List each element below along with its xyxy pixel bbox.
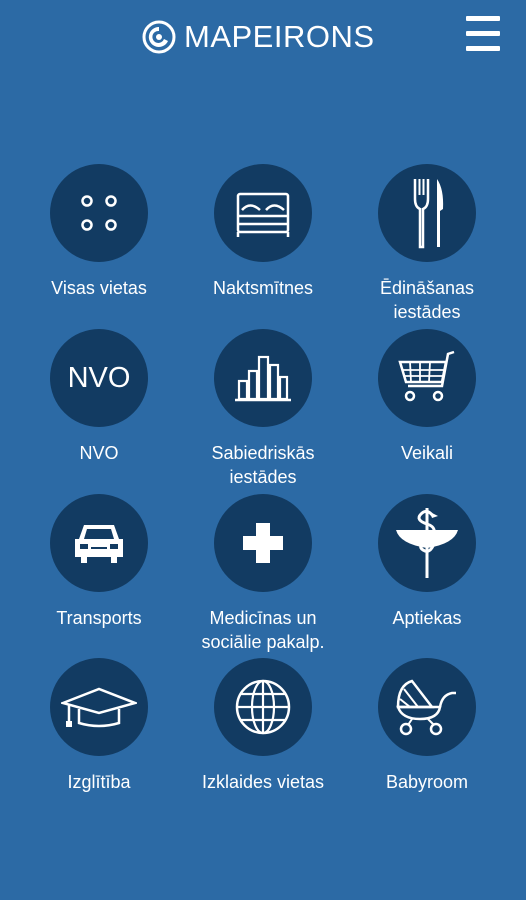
category-label: Transports [56,608,142,628]
category-sabiedriskas-iestades[interactable]: Sabiedriskās iestādes [181,329,345,487]
hamburger-menu-icon[interactable] [464,16,502,52]
category-label: Ēdināšanas iestādes [379,278,475,322]
category-nvo[interactable]: NVO NVO [17,329,181,479]
nvo-icon: NVO [67,361,131,394]
category-icon-circle [378,494,476,592]
category-label: Babyroom [385,772,469,792]
plus-icon [243,523,283,563]
category-izglitiba[interactable]: Izglītība [17,658,181,808]
category-icon-circle: NVO [50,329,148,427]
mapeirons-logo-icon [142,20,176,54]
globe-icon [235,679,291,735]
category-icon-circle [50,658,148,756]
category-medicinas-un-socialie-pakalp[interactable]: Medicīnas un sociālie pakalp. [181,494,345,652]
category-label: Visas vietas [51,278,147,298]
baby-stroller-icon [396,679,456,736]
category-icon-circle [214,658,312,756]
category-aptiekas[interactable]: Aptiekas [345,494,509,644]
category-naktsmitnes[interactable]: Naktsmītnes [181,164,345,314]
category-icon-circle [378,329,476,427]
category-label: Veikali [400,443,454,463]
category-izklaides-vietas[interactable]: Izklaides vietas [181,658,345,808]
category-babyroom[interactable]: Babyroom [345,658,509,808]
brand: MAPEIRONS [142,17,375,57]
four-dots-icon [81,195,117,231]
category-label: Naktsmītnes [212,278,314,298]
shopping-cart-icon [398,350,455,402]
category-label: Izklaides vietas [201,772,325,792]
brand-name: MAPEIRONS [184,19,375,54]
category-label: Medicīnas un sociālie pakalp. [201,608,325,652]
category-visas-vietas[interactable]: Visas vietas [17,164,181,314]
fork-knife-icon [413,179,444,249]
category-transports[interactable]: Transports [17,494,181,644]
category-label: Aptiekas [392,608,462,628]
category-icon-circle [214,494,312,592]
category-icon-circle [50,494,148,592]
category-label: Sabiedriskās iestādes [211,443,315,487]
car-icon [75,525,123,563]
category-label: Izglītība [67,772,131,792]
category-icon-circle [378,658,476,756]
buildings-icon [235,355,291,402]
category-veikali[interactable]: Veikali [345,329,509,479]
bed-icon [236,192,290,237]
graduation-cap-icon [61,687,137,728]
category-edinasanas-iestades[interactable]: Ēdināšanas iestādes [345,164,509,322]
category-icon-circle [214,329,312,427]
category-icon-circle [378,164,476,262]
pharmacy-icon [396,508,458,578]
category-icon-circle [214,164,312,262]
category-label: NVO [79,443,119,463]
app-header: MAPEIRONS [0,0,526,76]
category-icon-circle [50,164,148,262]
